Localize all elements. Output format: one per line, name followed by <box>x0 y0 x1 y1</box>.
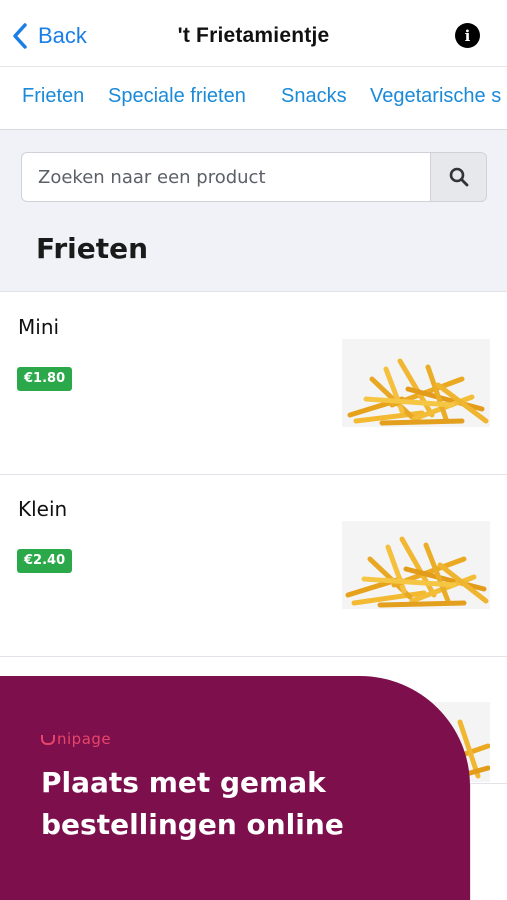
search-area: Frieten <box>0 130 507 292</box>
promo-headline: Plaats met gemak bestellingen online <box>41 762 441 846</box>
tab-frieten[interactable]: Frieten <box>22 85 84 108</box>
info-icon[interactable]: i <box>455 23 480 48</box>
side-card <box>470 783 507 900</box>
search-button[interactable] <box>430 152 487 202</box>
navigation-bar: Back 't Frietamientje i <box>0 0 507 66</box>
promo-banner[interactable]: nipage Plaats met gemak bestellingen onl… <box>0 676 470 900</box>
product-name: Mini <box>18 315 60 339</box>
unipage-logo: nipage <box>41 730 111 748</box>
price-badge: €2.40 <box>17 549 73 573</box>
fries-image <box>342 339 490 427</box>
product-row[interactable]: Mini €1.80 <box>0 293 507 475</box>
logo-text: nipage <box>57 730 112 748</box>
section-title: Frieten <box>36 232 149 265</box>
category-tabs: Frieten Speciale frieten Snacks Vegetari… <box>0 66 507 130</box>
search-icon <box>449 167 468 187</box>
product-name: Klein <box>18 497 68 521</box>
search-input[interactable] <box>21 152 431 202</box>
promo-headline-line: bestellingen online <box>41 808 344 841</box>
fries-image <box>342 521 490 609</box>
price-badge: €1.80 <box>17 367 73 391</box>
logo-mark-icon <box>41 735 55 745</box>
tab-snacks[interactable]: Snacks <box>281 85 347 108</box>
tab-speciale-frieten[interactable]: Speciale frieten <box>108 85 246 108</box>
tab-vegetarische[interactable]: Vegetarische s <box>370 85 501 108</box>
promo-headline-line: Plaats met gemak <box>41 766 326 799</box>
product-row[interactable]: Klein €2.40 <box>0 475 507 657</box>
page-title: 't Frietamientje <box>177 24 330 47</box>
